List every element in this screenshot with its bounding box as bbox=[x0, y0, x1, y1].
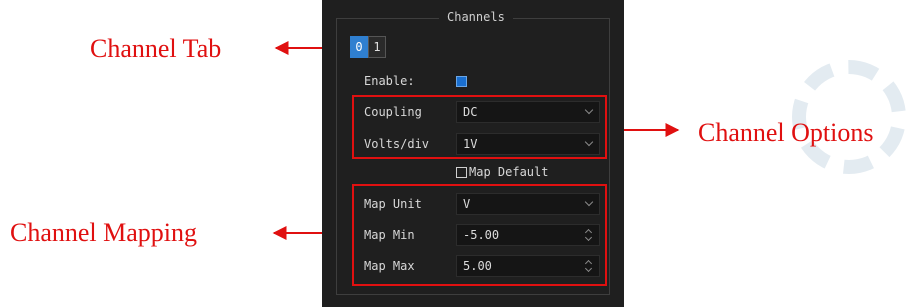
map-default-label: Map Default bbox=[469, 165, 549, 179]
tab-channel-1[interactable]: 1 bbox=[368, 36, 386, 58]
enable-checkbox[interactable] bbox=[456, 75, 467, 87]
map-default-option: Map Default bbox=[456, 165, 548, 179]
channels-panel: Channels 0 1 Enable: Coupling DC Volts/d… bbox=[322, 0, 624, 307]
group-title: Channels bbox=[439, 10, 513, 24]
channel-tabs: 0 1 bbox=[350, 36, 386, 58]
enable-row: Enable: bbox=[364, 70, 600, 92]
enable-label: Enable: bbox=[364, 74, 415, 88]
highlight-channel-options bbox=[352, 95, 607, 159]
highlight-channel-mapping bbox=[352, 184, 607, 286]
map-default-checkbox[interactable] bbox=[456, 166, 467, 178]
tab-channel-0[interactable]: 0 bbox=[350, 36, 368, 58]
